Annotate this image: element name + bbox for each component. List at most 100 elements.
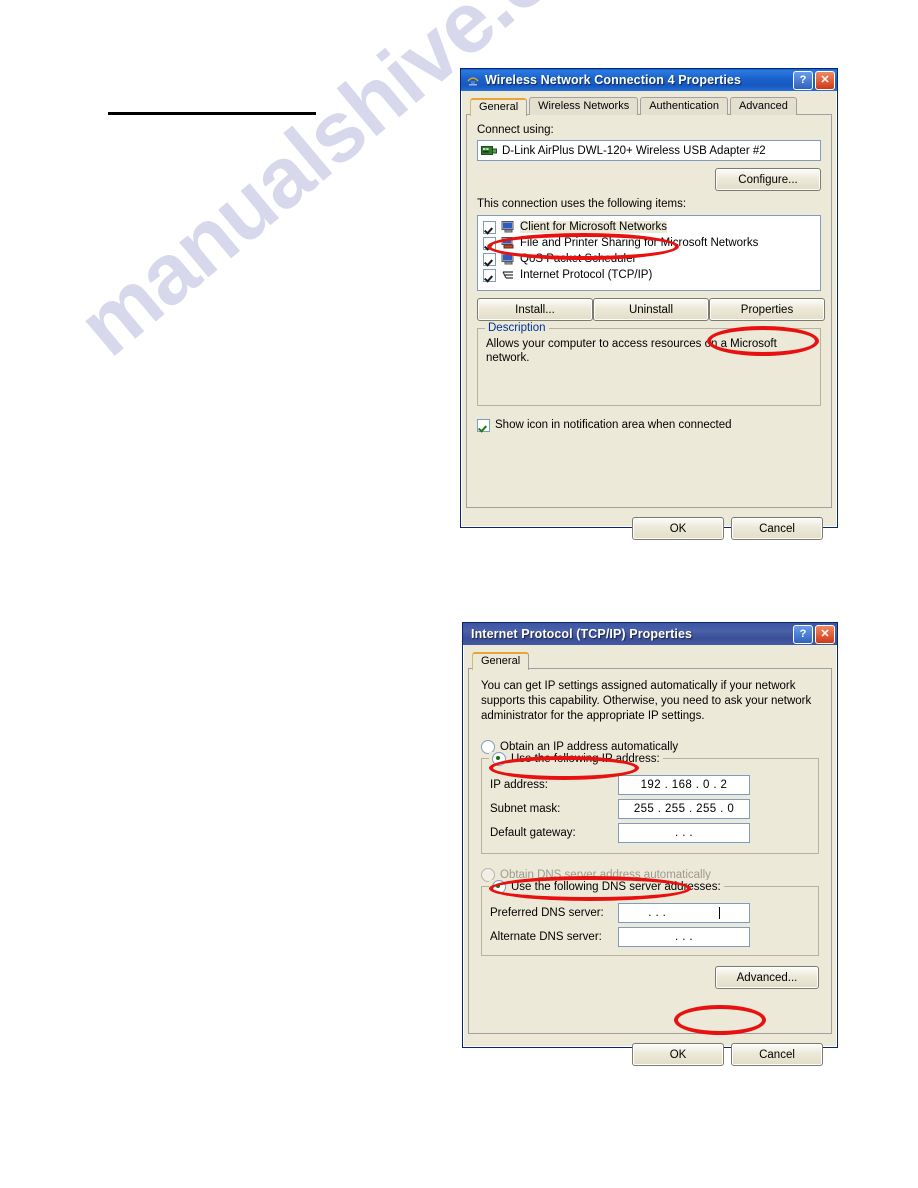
dialog2-title: Internet Protocol (TCP/IP) Properties (471, 627, 693, 641)
alternate-dns-input[interactable]: . . . (618, 927, 750, 947)
preferred-dns-label: Preferred DNS server: (490, 907, 604, 919)
obtain-dns-automatically-label: Obtain DNS server address automatically (500, 868, 711, 881)
list-item-internet-protocol-tcpip[interactable]: Internet Protocol (TCP/IP) (480, 267, 818, 283)
list-item-file-and-printer-sharing[interactable]: File and Printer Sharing for Microsoft N… (480, 235, 818, 251)
configure-button-label: Configure... (738, 173, 798, 186)
tab-general[interactable]: General (472, 652, 530, 670)
components-listbox[interactable]: Client for Microsoft Networks File and P… (477, 215, 821, 291)
wireless-network-connection-properties-dialog[interactable]: Wireless Network Connection 4 Properties… (460, 68, 838, 540)
dialog2-tabstrip[interactable]: General (468, 650, 832, 670)
checkbox-icon[interactable] (483, 236, 496, 250)
dialog1-general-panel: Connect using: D-Link AirPlus DWL-120+ W… (466, 114, 832, 508)
dialog1-titlebar[interactable]: Wireless Network Connection 4 Properties… (461, 69, 837, 91)
help-icon[interactable]: ? (793, 70, 813, 90)
default-gateway-label: Default gateway: (490, 827, 576, 839)
dialog1-title: Wireless Network Connection 4 Properties (485, 73, 742, 87)
dialog1-titlebar-buttons[interactable]: ? ✕ (793, 70, 835, 90)
use-following-dns-label: Use the following DNS server addresses: (511, 881, 721, 893)
dialog2-titlebar-buttons[interactable]: ? ✕ (793, 624, 835, 644)
list-item-label: Internet Protocol (TCP/IP) (520, 269, 653, 281)
dialog2-body: General You can get IP settings assigned… (463, 645, 837, 1074)
tab-advanced[interactable]: Advanced (729, 97, 797, 115)
obtain-ip-automatically-label: Obtain an IP address automatically (500, 740, 679, 753)
list-item-label: QoS Packet Scheduler (520, 253, 637, 265)
use-following-dns-radio[interactable]: Use the following DNS server addresses: (489, 880, 724, 894)
tab-general[interactable]: General (470, 98, 528, 116)
section-divider-rule (108, 112, 316, 115)
list-item-label: Client for Microsoft Networks (520, 221, 667, 233)
dialog1-tabstrip[interactable]: General Wireless Networks Authentication… (466, 96, 832, 116)
adapter-name: D-Link AirPlus DWL-120+ Wireless USB Ada… (502, 144, 766, 157)
protocol-icon (501, 269, 516, 281)
dialog1-footer: OK Cancel (466, 509, 832, 542)
uninstall-button[interactable]: Uninstall (593, 298, 709, 321)
cancel-button[interactable]: Cancel (731, 517, 823, 540)
list-item-label: File and Printer Sharing for Microsoft N… (520, 237, 759, 249)
ip-address-input[interactable]: 192 . 168 . 0 . 2 (618, 775, 750, 795)
connect-using-label: Connect using: (477, 124, 554, 136)
properties-button-label: Properties (740, 303, 794, 316)
use-following-ip-address-label: Use the following IP address: (511, 753, 660, 765)
preferred-dns-row: Preferred DNS server: . . . (490, 901, 810, 925)
text-caret (718, 907, 720, 919)
radio-icon[interactable] (492, 880, 506, 894)
checkbox-icon[interactable] (483, 220, 496, 234)
adapter-field[interactable]: D-Link AirPlus DWL-120+ Wireless USB Ada… (477, 140, 821, 161)
ok-button-label: OK (669, 1048, 687, 1061)
advanced-button-label: Advanced... (736, 971, 798, 984)
use-following-ip-address-radio[interactable]: Use the following IP address: (489, 752, 663, 766)
alternate-dns-row: Alternate DNS server: . . . (490, 925, 810, 949)
ok-button[interactable]: OK (632, 1043, 724, 1066)
uninstall-button-label: Uninstall (628, 303, 674, 316)
description-title: Description (485, 322, 549, 334)
cancel-button-label: Cancel (759, 522, 795, 535)
dialog2-titlebar[interactable]: Internet Protocol (TCP/IP) Properties ? … (463, 623, 837, 645)
checkbox-icon[interactable] (477, 419, 490, 432)
subnet-mask-row: Subnet mask: 255 . 255 . 255 . 0 (490, 797, 810, 821)
install-button[interactable]: Install... (477, 298, 593, 321)
alternate-dns-label: Alternate DNS server: (490, 931, 602, 943)
preferred-dns-input[interactable]: . . . (618, 903, 750, 923)
static-ip-groupbox: Use the following IP address: IP address… (481, 752, 819, 854)
help-icon[interactable]: ? (793, 624, 813, 644)
cancel-button-label: Cancel (759, 1048, 795, 1061)
component-action-buttons: Install... Uninstall Properties (477, 298, 825, 321)
tab-wireless-networks[interactable]: Wireless Networks (529, 97, 639, 115)
close-icon[interactable]: ✕ (815, 624, 835, 644)
description-groupbox: Description Allows your computer to acce… (477, 322, 821, 406)
items-label: This connection uses the following items… (477, 198, 687, 210)
static-dns-groupbox: Use the following DNS server addresses: … (481, 880, 819, 956)
cancel-button[interactable]: Cancel (731, 1043, 823, 1066)
default-gateway-input[interactable]: . . . (618, 823, 750, 843)
list-item-client-for-microsoft-networks[interactable]: Client for Microsoft Networks (480, 219, 818, 235)
document-page: manualshive.com Wireless Network Connect… (0, 0, 918, 1188)
advanced-button[interactable]: Advanced... (715, 966, 819, 989)
network-adapter-icon (481, 144, 497, 157)
computer-icon (501, 253, 516, 265)
dialog2-footer: OK Cancel (468, 1035, 832, 1068)
ok-button[interactable]: OK (632, 517, 724, 540)
dialog1-body: General Wireless Networks Authentication… (461, 91, 837, 548)
checkbox-icon[interactable] (483, 252, 496, 266)
description-text: Allows your computer to access resources… (486, 338, 777, 364)
preferred-dns-value: . . . (648, 907, 667, 919)
show-icon-checkbox-row[interactable]: Show icon in notification area when conn… (477, 418, 821, 433)
subnet-mask-input[interactable]: 255 . 255 . 255 . 0 (618, 799, 750, 819)
internet-protocol-tcpip-properties-dialog[interactable]: Internet Protocol (TCP/IP) Properties ? … (462, 622, 838, 1066)
intro-text: You can get IP settings assigned automat… (481, 680, 812, 722)
tab-authentication[interactable]: Authentication (640, 97, 728, 115)
default-gateway-row: Default gateway: . . . (490, 821, 810, 845)
ip-address-label: IP address: (490, 779, 548, 791)
properties-button[interactable]: Properties (709, 298, 825, 321)
checkbox-icon[interactable] (483, 268, 496, 282)
dialog2-general-panel: You can get IP settings assigned automat… (468, 668, 832, 1034)
computer-icon (501, 221, 516, 233)
install-button-label: Install... (515, 303, 555, 316)
close-icon[interactable]: ✕ (815, 70, 835, 90)
show-icon-label: Show icon in notification area when conn… (495, 419, 732, 431)
printer-share-icon (501, 237, 516, 249)
configure-button[interactable]: Configure... (715, 168, 821, 191)
radio-icon[interactable] (492, 752, 506, 766)
list-item-qos-packet-scheduler[interactable]: QoS Packet Scheduler (480, 251, 818, 267)
wireless-network-icon (465, 72, 481, 88)
